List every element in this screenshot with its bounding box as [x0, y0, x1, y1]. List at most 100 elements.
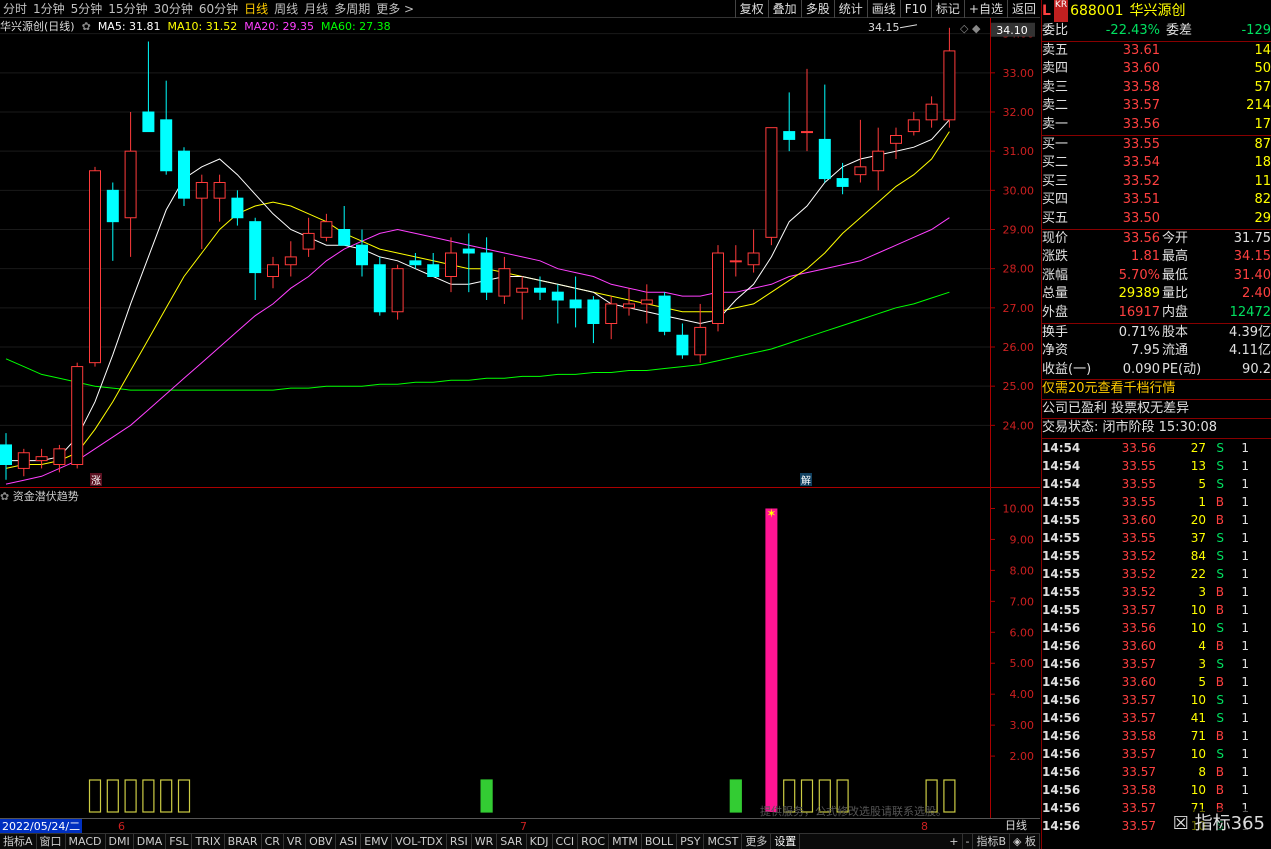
- period-tab[interactable]: 1分钟: [30, 0, 68, 18]
- indicator-tab[interactable]: DMI: [106, 834, 134, 849]
- panel-button[interactable]: ◈ 板: [1010, 834, 1040, 849]
- period-tab[interactable]: 5分钟: [68, 0, 106, 18]
- y-tick-label: 7.00: [1010, 595, 1035, 608]
- tick-side: S: [1216, 459, 1224, 474]
- indicator-tab[interactable]: 设置: [771, 834, 801, 849]
- indicator-tab[interactable]: MTM: [609, 834, 642, 849]
- indicator-tab[interactable]: 指标B: [973, 834, 1011, 849]
- tick-price: 33.57: [1121, 765, 1156, 780]
- indicator-tab[interactable]: 窗口: [37, 834, 66, 849]
- tick-side: S: [1216, 441, 1224, 456]
- stat-label: 现价: [1042, 230, 1069, 246]
- period-tab[interactable]: 15分钟: [105, 0, 150, 18]
- period-label[interactable]: 日线: [1002, 818, 1030, 834]
- level-label: 卖一: [1042, 116, 1069, 132]
- tick-time: 14:55: [1042, 531, 1081, 546]
- indicator-tab[interactable]: 更多: [742, 834, 772, 849]
- indicator-tab[interactable]: EMV: [361, 834, 393, 849]
- tick-volume: 10: [1190, 621, 1206, 636]
- candle-body: [356, 244, 368, 266]
- tick-time: 14:55: [1042, 495, 1081, 510]
- period-tab[interactable]: 分时: [0, 0, 30, 18]
- candlestick-chart[interactable]: 34.0033.0032.0031.0030.0029.0028.0027.00…: [0, 18, 1040, 488]
- level-price: 33.60: [1122, 61, 1160, 77]
- indicator-tab[interactable]: CCI: [553, 834, 579, 849]
- zoom-button[interactable]: -: [963, 834, 974, 849]
- toolbar-button[interactable]: F10: [899, 0, 931, 18]
- orderbook-row: 买五 33.50 29: [1042, 210, 1271, 229]
- stats-row: 换手 0.71% 股本 4.39亿: [1042, 324, 1271, 343]
- period-tab[interactable]: 日线: [241, 0, 271, 18]
- level-price: 33.54: [1122, 155, 1160, 171]
- indicator-tab[interactable]: ASI: [336, 834, 362, 849]
- tick-time: 14:56: [1042, 657, 1081, 672]
- toolbar-button[interactable]: 多股: [800, 0, 834, 18]
- indicator-tab[interactable]: TRIX: [192, 834, 225, 849]
- period-tab[interactable]: 多周期: [331, 0, 373, 18]
- level-volume: 29: [1254, 210, 1271, 226]
- period-tab[interactable]: 月线: [301, 0, 331, 18]
- candle-body: [498, 268, 511, 297]
- indicator-tab[interactable]: VR: [284, 834, 307, 849]
- period-tab[interactable]: 周线: [271, 0, 301, 18]
- gear-icon[interactable]: ✿: [0, 490, 13, 503]
- x-tick-label: 6: [118, 820, 125, 833]
- orderbook-row: 卖二 33.57 214: [1042, 97, 1271, 116]
- candle: [409, 253, 422, 269]
- candle-body: [623, 303, 635, 309]
- indicator-tab[interactable]: SAR: [497, 834, 527, 849]
- promo-link[interactable]: 仅需20元查看千档行情: [1042, 380, 1271, 399]
- indicator-tab[interactable]: KDJ: [527, 834, 553, 849]
- candle: [623, 288, 635, 316]
- indicator-chart[interactable]: 10.00 9.00 8.00 7.00 6.00 5.00 4.00 3.00 2.00 ✶ 提供…: [0, 488, 1040, 818]
- gear-icon[interactable]: ✿: [78, 20, 94, 33]
- stats-row: 涨幅 5.70% 最低 31.40: [1042, 267, 1271, 286]
- quote-header: L KR 688001 华兴源创: [1042, 0, 1271, 22]
- star-icon: ✶: [766, 506, 776, 520]
- indicator-tab[interactable]: 指标A: [0, 834, 37, 849]
- toolbar-right: 复权 叠加 多股 统计 画线 F10 标记 +自选 返回: [734, 0, 1040, 18]
- y-tick-label: 24.00: [1003, 419, 1035, 432]
- period-tab[interactable]: 30分钟: [151, 0, 196, 18]
- indicator-tab[interactable]: WR: [472, 834, 498, 849]
- level-label: 买二: [1042, 155, 1069, 171]
- candle-body: [836, 178, 849, 187]
- tick-volume: 1: [1198, 495, 1206, 510]
- indicator-tab[interactable]: DMA: [134, 834, 167, 849]
- tick-row: 14:56 33.60 4 B 1: [1042, 637, 1271, 655]
- tick-row: 14:56 33.60 5 B 1: [1042, 673, 1271, 691]
- toolbar-button[interactable]: 叠加: [767, 0, 801, 18]
- toolbar-button[interactable]: 标记: [930, 0, 964, 18]
- toolbar-button[interactable]: 统计: [833, 0, 867, 18]
- tick-volume: 71: [1190, 729, 1206, 744]
- level-volume: 14: [1254, 42, 1271, 58]
- tick-row: 14:55 33.55 37 S 1: [1042, 529, 1271, 547]
- tick-volume: 3: [1198, 585, 1206, 600]
- level-volume: 17: [1254, 116, 1271, 132]
- indicator-tab[interactable]: MACD: [66, 834, 106, 849]
- period-tab[interactable]: 更多 >: [373, 0, 417, 18]
- indicator-tab[interactable]: FSL: [166, 834, 193, 849]
- tick-price: 33.57: [1121, 819, 1156, 834]
- indicator-tab[interactable]: RSI: [447, 834, 472, 849]
- candle: [801, 68, 813, 152]
- indicator-tab[interactable]: BOLL: [642, 834, 678, 849]
- toolbar-button[interactable]: 画线: [866, 0, 900, 18]
- period-tab[interactable]: 60分钟: [196, 0, 241, 18]
- y-tick-label: 28.00: [1003, 263, 1035, 276]
- toolbar-button[interactable]: +自选: [963, 0, 1007, 18]
- indicator-tab[interactable]: CR: [262, 834, 284, 849]
- zoom-button[interactable]: +: [946, 834, 963, 849]
- indicator-tab[interactable]: BRAR: [225, 834, 262, 849]
- level-price: 33.51: [1122, 192, 1160, 208]
- indicator-tab[interactable]: PSY: [677, 834, 705, 849]
- toolbar-button[interactable]: 返回: [1006, 0, 1040, 18]
- signal-box: [160, 779, 173, 813]
- toolbar-button[interactable]: 复权: [734, 0, 768, 18]
- indicator-tab[interactable]: ROC: [578, 834, 610, 849]
- candle-body: [925, 103, 938, 121]
- indicator-tab[interactable]: MCST: [704, 834, 743, 849]
- indicator-tab[interactable]: OBV: [306, 834, 337, 849]
- indicator-tab[interactable]: VOL-TDX: [392, 834, 447, 849]
- level-label: 卖五: [1042, 42, 1069, 58]
